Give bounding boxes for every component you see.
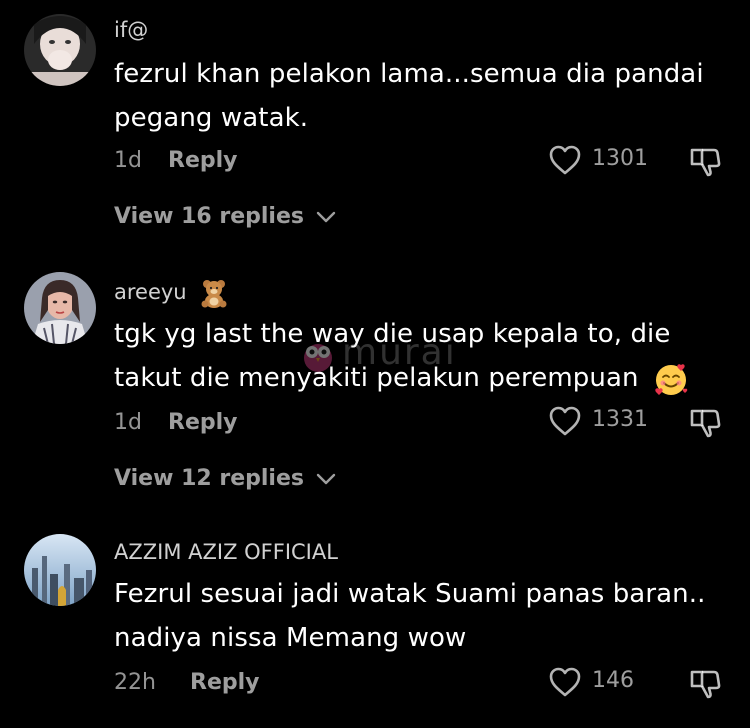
view-replies-button[interactable]: View 12 replies <box>114 466 336 491</box>
avatar[interactable] <box>24 14 96 86</box>
dislike-icon[interactable] <box>688 668 722 700</box>
heart-icon <box>549 406 581 436</box>
comment-time: 22h <box>114 670 156 695</box>
smiling-face-with-hearts-icon <box>655 363 688 395</box>
comment-text: tgk yg last the way die usap kepala to, … <box>114 312 714 400</box>
heart-icon <box>549 145 581 175</box>
comment-text-content: tgk yg last the way die usap kepala to, … <box>114 319 671 393</box>
like-count: 146 <box>592 668 634 693</box>
avatar[interactable] <box>24 272 96 344</box>
avatar[interactable] <box>24 534 96 606</box>
comment-text: Fezrul sesuai jadi watak Suami panas bar… <box>114 579 706 653</box>
view-replies-button[interactable]: View 16 replies <box>114 204 336 229</box>
view-replies-label: View 12 replies <box>114 466 304 491</box>
comment-username[interactable]: areeyu <box>114 278 229 308</box>
comment-list: if@ fezrul khan pelakon lama...semua dia… <box>0 0 750 728</box>
chevron-down-icon <box>316 473 335 485</box>
comment-time: 1d <box>114 148 142 173</box>
comment-text: fezrul khan pelakon lama...semua dia pan… <box>114 59 704 133</box>
dislike-icon[interactable] <box>688 146 722 178</box>
reply-button[interactable]: Reply <box>190 670 260 695</box>
heart-icon <box>549 667 581 697</box>
teddy-bear-icon <box>201 280 227 308</box>
comment-username[interactable]: if@ <box>114 18 148 42</box>
reply-button[interactable]: Reply <box>168 148 238 173</box>
reply-button[interactable]: Reply <box>168 410 238 435</box>
view-replies-label: View 16 replies <box>114 204 304 229</box>
like-count: 1331 <box>592 407 648 432</box>
comment-username[interactable]: AZZIM AZIZ OFFICIAL <box>114 540 338 564</box>
dislike-icon[interactable] <box>688 407 722 439</box>
username-label: areeyu <box>114 280 187 304</box>
chevron-down-icon <box>316 211 335 223</box>
comment-time: 1d <box>114 410 142 435</box>
like-count: 1301 <box>592 146 648 171</box>
